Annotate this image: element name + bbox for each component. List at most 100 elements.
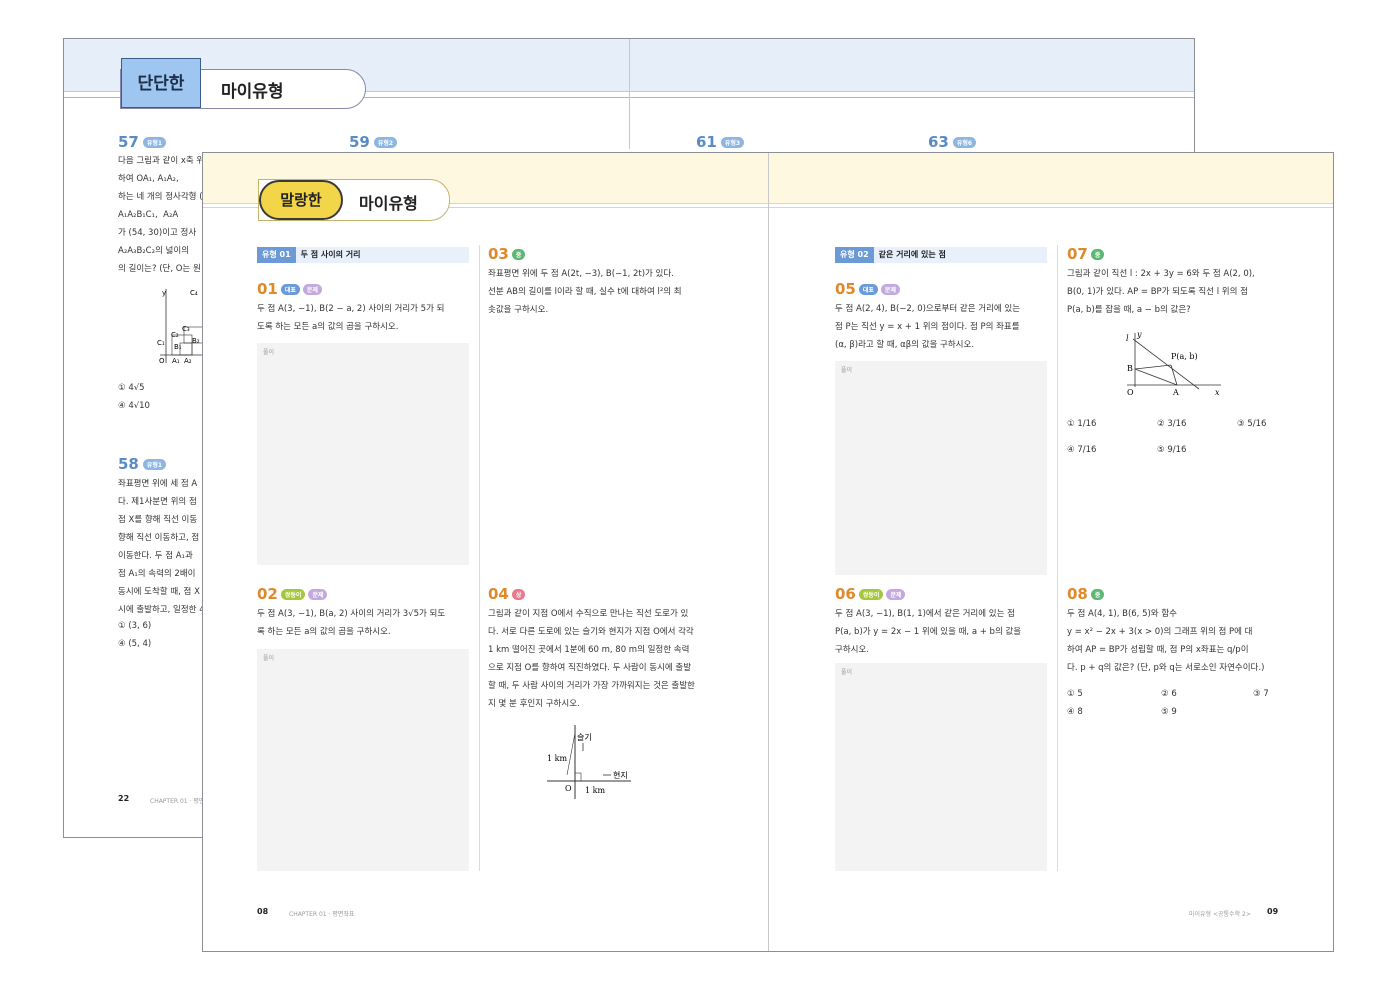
type-tag: 유형2 — [373, 137, 398, 148]
question-01-solution-area[interactable]: 풀이 — [257, 343, 469, 565]
q08-choice-2: ② 6 — [1161, 689, 1177, 699]
fig-c1-label: C₁ — [157, 339, 165, 347]
back-section-badge: 단단한 마이유형 — [120, 58, 366, 109]
fig07-o-label: O — [1127, 388, 1134, 397]
back-q58-text: 좌표평면 위에 세 점 A 다. 제1사분면 위의 점 점 X를 향해 직선 이… — [118, 479, 205, 615]
fig04-origin: O — [565, 784, 572, 793]
question-03-text: 좌표평면 위에 두 점 A(2t, −3), B(−1, 2t)가 있다. 선분… — [488, 269, 682, 315]
q08-choice-1: ① 5 — [1067, 689, 1083, 699]
question-08-text: 두 점 A(4, 1), B(6, 5)와 함수 y = x² − 2x + 3… — [1067, 609, 1265, 673]
fig-b2-label: B₂ — [192, 337, 200, 345]
front-spine — [768, 153, 769, 951]
type-02-label: 유형 02 — [835, 247, 874, 263]
left-page-number: 08 — [257, 907, 269, 916]
back-question-59: 59 유형2 — [349, 133, 398, 151]
tag-problem: 문제 — [886, 589, 906, 600]
tag-twin: 쌍둥이 — [858, 589, 884, 600]
back-question-63: 63 유형6 — [928, 133, 977, 151]
q08-choice-3: ③ 7 — [1253, 689, 1269, 699]
back-chapter-label: CHAPTER 01 · 평면 — [150, 798, 205, 805]
type-01-bar: 유형 01 두 점 사이의 거리 — [257, 247, 469, 263]
tag-problem: 문제 — [302, 284, 322, 295]
back-page-number: 22 — [118, 794, 130, 803]
fig-y-label: y — [162, 289, 166, 297]
back-q58-choice-1: ① (3, 6) — [118, 621, 152, 631]
type-tag: 유형3 — [720, 137, 745, 148]
type-02-title: 같은 거리에 있는 점 — [878, 250, 946, 259]
question-04-number: 04 상 — [488, 585, 526, 603]
q07-choice-1: ① 1/16 — [1067, 419, 1097, 429]
back-question-61: 61 유형3 — [696, 133, 745, 151]
fig-c2-label: C₂ — [171, 331, 179, 339]
type-tag: 유형1 — [142, 459, 167, 470]
question-06-number: 06 쌍둥이 문제 — [835, 585, 906, 603]
question-04-figure: 슬기 현지 1 km 1 km O — [547, 725, 631, 799]
question-04-text: 그림과 같이 지점 O에서 수직으로 만나는 직선 도로가 있 다. 서로 다른… — [488, 609, 695, 709]
back-q57-text: 다음 그림과 같이 x축 위 하여 OA₁, A₁A₂, 하는 네 개의 정사각… — [118, 156, 205, 274]
question-03-number: 03 중 — [488, 245, 526, 263]
question-05-number: 05 대표 문제 — [835, 280, 900, 298]
type-02-bar: 유형 02 같은 거리에 있는 점 — [835, 247, 1047, 263]
fig-o-label: O — [159, 357, 165, 365]
tag-problem: 문제 — [308, 589, 328, 600]
back-q57-figure: y C₄ C₃ C₂ C₁ B₁ B₂ O A₁ A₂ — [157, 289, 204, 365]
fig04-km-vertical: 1 km — [547, 754, 567, 763]
fig07-b-label: B — [1127, 364, 1133, 373]
left-column-divider — [479, 245, 480, 871]
q07-choice-2: ② 3/16 — [1157, 419, 1187, 429]
q07-choice-5: ⑤ 9/16 — [1157, 445, 1187, 455]
question-07-text: 그림과 같이 직선 l : 2x + 3y = 6와 두 점 A(2, 0), … — [1067, 269, 1255, 315]
tag-problem: 문제 — [880, 284, 900, 295]
q07-choice-4: ④ 7/16 — [1067, 445, 1097, 455]
question-07-figure: l y P(a, b) B O A x — [1126, 330, 1221, 397]
question-02-text: 두 점 A(3, −1), B(a, 2) 사이의 거리가 3√5가 되도 록 … — [257, 609, 446, 637]
type-01-label: 유형 01 — [257, 247, 296, 263]
tag-twin: 쌍둥이 — [280, 589, 306, 600]
tag-level: 중 — [511, 249, 526, 260]
right-page-number: 09 — [1267, 907, 1279, 916]
back-q58-choice-4: ④ (5, 4) — [118, 639, 152, 649]
question-01-number: 01 대표 문제 — [257, 280, 322, 298]
fig07-line-label: l — [1126, 334, 1129, 343]
fig04-km-horizontal: 1 km — [585, 786, 605, 795]
right-footer-label: 마이유형 <공통수학 2> — [1189, 911, 1251, 918]
front-badge-label: 말랑한 — [259, 180, 343, 220]
tag-level: 중 — [1090, 249, 1105, 260]
fig04-seulgi: 슬기 — [577, 732, 592, 742]
back-spine — [629, 39, 630, 149]
fig07-p-label: P(a, b) — [1171, 352, 1198, 361]
type-tag: 유형1 — [142, 137, 167, 148]
type-01-title: 두 점 사이의 거리 — [300, 250, 361, 259]
question-01-text: 두 점 A(3, −1), B(2 − a, 2) 사이의 거리가 5가 되 도… — [257, 304, 445, 332]
fig-b1-label: B₁ — [174, 343, 182, 351]
back-question-58: 58 유형1 — [118, 455, 167, 473]
back-q57-choice-4: ④ 4√10 — [118, 401, 150, 411]
front-section-badge: 말랑한 마이유형 — [258, 179, 450, 221]
left-chapter-label: CHAPTER 01 · 평면좌표 — [289, 911, 355, 918]
tag-level: 상 — [511, 589, 526, 600]
question-05-solution-area[interactable]: 풀이 — [835, 361, 1047, 575]
solve-label: 풀이 — [263, 655, 275, 662]
tag-rep: 대표 — [280, 284, 300, 295]
fig-c4-label: C₄ — [190, 289, 198, 297]
q07-choice-3: ③ 5/16 — [1237, 419, 1267, 429]
question-02-solution-area[interactable]: 풀이 — [257, 649, 469, 871]
front-badge-title: 마이유형 — [359, 194, 418, 213]
back-badge-title: 마이유형 — [221, 82, 284, 102]
fig-a2-label: A₂ — [184, 357, 192, 365]
fig07-a-label: A — [1172, 388, 1179, 397]
question-06-text: 두 점 A(3, −1), B(1, 1)에서 같은 거리에 있는 점 P(a,… — [835, 609, 1022, 655]
right-column-divider — [1057, 245, 1058, 871]
question-05-text: 두 점 A(2, 4), B(−2, 0)으로부터 같은 거리에 있는 점 P는… — [835, 304, 1021, 350]
q08-choice-5: ⑤ 9 — [1161, 707, 1177, 717]
back-q57-choice-1: ① 4√5 — [118, 383, 145, 393]
back-question-57: 57 유형1 — [118, 133, 167, 151]
solve-label: 풀이 — [841, 367, 853, 374]
type-tag: 유형6 — [952, 137, 977, 148]
question-06-solution-area[interactable]: 풀이 — [835, 663, 1047, 871]
question-02-number: 02 쌍둥이 문제 — [257, 585, 328, 603]
back-badge-label: 단단한 — [121, 58, 201, 108]
front-page-spread: 말랑한 마이유형 유형 01 두 점 사이의 거리 01 대표 문제 두 점 A(3,… — [202, 152, 1334, 952]
question-08-number: 08 중 — [1067, 585, 1105, 603]
fig04-hyunji: 현지 — [613, 771, 628, 780]
